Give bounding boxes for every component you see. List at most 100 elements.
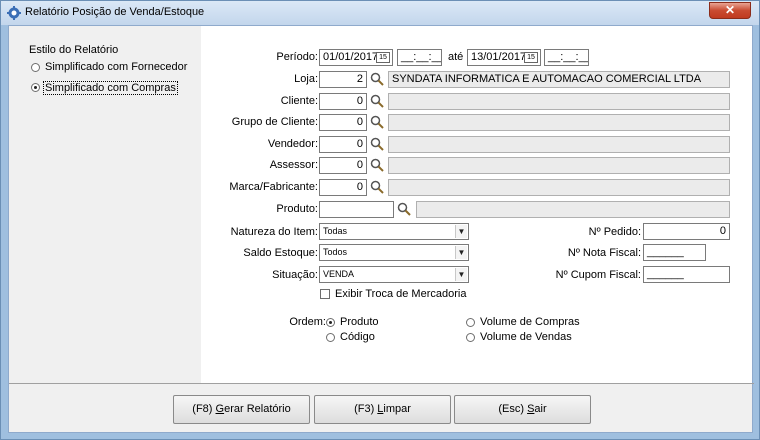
marca-code-value: 0 — [356, 181, 363, 193]
radio-style-fornecedor-label[interactable]: Simplificado com Fornecedor — [45, 61, 187, 73]
gerar-relatorio-button[interactable]: (F8) Gerar Relatório — [173, 395, 310, 424]
saldo-select[interactable]: Todos ▼ — [319, 244, 469, 261]
marca-code-field[interactable]: 0 — [319, 179, 367, 196]
magnifier-icon[interactable] — [370, 115, 384, 129]
title-bar[interactable]: Relatório Posição de Venda/Estoque ✕ — [1, 1, 759, 25]
radio-ordem-codigo[interactable] — [326, 333, 335, 342]
natureza-value: Todas — [323, 226, 348, 236]
radio-style-compras-label[interactable]: Simplificado com Compras — [43, 81, 178, 95]
natureza-select[interactable]: Todas ▼ — [319, 223, 469, 240]
assessor-code-value: 0 — [356, 159, 363, 171]
client-area: Estilo do Relatório Simplificado com For… — [8, 25, 754, 433]
sair-prefix: (Esc) — [498, 403, 528, 415]
magnifier-icon[interactable] — [370, 158, 384, 172]
situacao-value: VENDA — [323, 269, 355, 279]
loja-code-value: 2 — [356, 73, 363, 85]
assessor-description-field — [388, 157, 730, 174]
radio-ordem-produto-label[interactable]: Produto — [340, 316, 379, 328]
radio-ordem-codigo-label[interactable]: Código — [340, 331, 375, 343]
vendedor-code-value: 0 — [356, 138, 363, 150]
situacao-label: Situação: — [272, 269, 318, 281]
nota-fiscal-field[interactable]: ______ — [643, 244, 706, 261]
time-to-field[interactable]: __:__:__ — [544, 49, 589, 66]
loja-label: Loja: — [294, 73, 318, 85]
grupo-cliente-code-value: 0 — [356, 116, 363, 128]
calendar-icon[interactable]: 15 — [376, 52, 390, 63]
sair-rest: air — [534, 403, 547, 415]
natureza-label: Natureza do Item: — [230, 226, 318, 238]
dropdown-arrow-icon[interactable]: ▼ — [455, 246, 467, 259]
style-heading: Estilo do Relatório — [29, 44, 119, 56]
cupom-fiscal-field[interactable]: ______ — [643, 266, 730, 283]
date-from-value: 01/01/2017 — [323, 51, 379, 63]
nota-fiscal-label: Nº Nota Fiscal: — [567, 247, 641, 259]
dropdown-arrow-icon[interactable]: ▼ — [455, 225, 467, 238]
marca-label: Marca/Fabricante: — [229, 181, 318, 193]
produto-label: Produto: — [276, 203, 318, 215]
cliente-label: Cliente: — [280, 95, 318, 107]
pedido-field[interactable]: 0 — [643, 223, 730, 240]
radio-style-compras[interactable] — [31, 83, 40, 92]
time-from-field[interactable]: __:__:__ — [397, 49, 442, 66]
filters-panel: Período: 01/01/2017 15 __:__:__ até 13/0… — [201, 26, 752, 383]
limpar-prefix: (F3) — [354, 403, 378, 415]
produto-description-field — [416, 201, 730, 218]
ordem-label: Ordem: — [289, 316, 326, 328]
periodo-label: Período: — [276, 51, 318, 63]
vendedor-code-field[interactable]: 0 — [319, 136, 367, 153]
date-to-value: 13/01/2017 — [471, 51, 527, 63]
radio-ordem-volume-vendas-label[interactable]: Volume de Vendas — [480, 331, 572, 343]
limpar-button[interactable]: (F3) Limpar — [314, 395, 451, 424]
loja-description-value: SYNDATA INFORMATICA E AUTOMACAO COMERCIA… — [392, 73, 702, 85]
saldo-label: Saldo Estoque: — [243, 247, 318, 259]
periodo-separator: até — [448, 51, 464, 63]
grupo-cliente-label: Grupo de Cliente: — [231, 116, 318, 128]
loja-code-field[interactable]: 2 — [319, 71, 367, 88]
gerar-accelerator: G — [215, 403, 225, 415]
radio-ordem-volume-vendas[interactable] — [466, 333, 475, 342]
loja-description-field: SYNDATA INFORMATICA E AUTOMACAO COMERCIA… — [388, 71, 730, 88]
time-to-value: __:__:__ — [548, 51, 589, 63]
vendedor-description-field — [388, 136, 730, 153]
magnifier-icon[interactable] — [397, 202, 411, 216]
radio-ordem-volume-compras[interactable] — [466, 318, 475, 327]
vendedor-label: Vendedor: — [267, 138, 318, 150]
situacao-select[interactable]: VENDA ▼ — [319, 266, 469, 283]
assessor-code-field[interactable]: 0 — [319, 157, 367, 174]
style-panel: Estilo do Relatório Simplificado com For… — [9, 26, 201, 383]
exibir-troca-checkbox[interactable] — [320, 289, 330, 299]
radio-ordem-volume-compras-label[interactable]: Volume de Compras — [480, 316, 580, 328]
grupo-cliente-description-field — [388, 114, 730, 131]
cupom-fiscal-value: ______ — [647, 268, 684, 280]
close-icon: ✕ — [724, 3, 736, 17]
magnifier-icon[interactable] — [370, 94, 384, 108]
magnifier-icon[interactable] — [370, 180, 384, 194]
assessor-label: Assessor: — [269, 159, 318, 171]
calendar-icon[interactable]: 15 — [524, 52, 538, 63]
nota-fiscal-value: ______ — [647, 246, 684, 258]
limpar-rest: impar — [383, 403, 411, 415]
cupom-fiscal-label: Nº Cupom Fiscal: — [555, 269, 641, 281]
time-from-value: __:__:__ — [401, 51, 442, 63]
cliente-code-field[interactable]: 0 — [319, 93, 367, 110]
exibir-troca-label[interactable]: Exibir Troca de Mercadoria — [335, 288, 466, 300]
sair-button[interactable]: (Esc) Sair — [454, 395, 591, 424]
gerar-rest: erar Relatório — [224, 403, 291, 415]
magnifier-icon[interactable] — [370, 137, 384, 151]
gerar-prefix: (F8) — [192, 403, 216, 415]
pedido-label: Nº Pedido: — [588, 226, 641, 238]
dropdown-arrow-icon[interactable]: ▼ — [455, 268, 467, 281]
pedido-value: 0 — [719, 225, 726, 237]
saldo-value: Todos — [323, 247, 348, 257]
cliente-code-value: 0 — [356, 95, 363, 107]
magnifier-icon[interactable] — [370, 72, 384, 86]
grupo-cliente-code-field[interactable]: 0 — [319, 114, 367, 131]
radio-ordem-produto[interactable] — [326, 318, 335, 327]
radio-style-fornecedor[interactable] — [31, 63, 40, 72]
close-button[interactable]: ✕ — [709, 2, 751, 19]
footer-divider — [9, 383, 754, 384]
produto-code-field[interactable] — [319, 201, 394, 218]
report-window: Relatório Posição de Venda/Estoque ✕ Est… — [0, 0, 760, 440]
cliente-description-field — [388, 93, 730, 110]
marca-description-field — [388, 179, 730, 196]
